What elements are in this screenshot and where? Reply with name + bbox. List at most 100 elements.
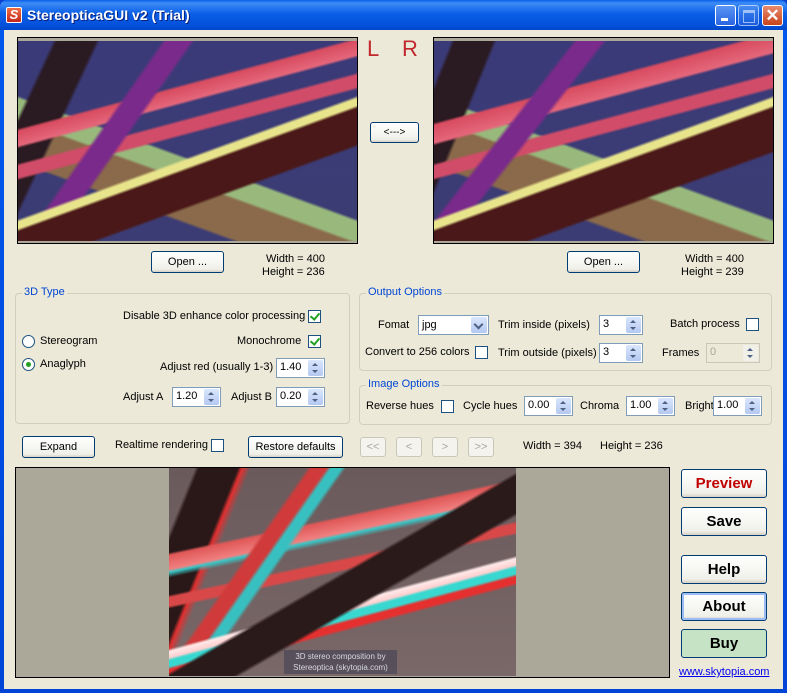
realtime-rendering-checkbox[interactable]	[211, 439, 224, 452]
expand-button[interactable]: Expand	[22, 436, 95, 458]
spinner-arrows-icon[interactable]	[626, 317, 641, 333]
bright-value: 1.00	[717, 399, 739, 411]
chroma-label: Chroma	[580, 400, 620, 412]
nav-first-button[interactable]: <<	[360, 437, 386, 457]
adjust-a-spinner[interactable]: 1.20	[172, 387, 221, 407]
adjust-red-label: Adjust red (usually 1-3)	[160, 361, 274, 373]
spinner-arrows-icon[interactable]	[204, 389, 219, 405]
about-button[interactable]: About	[681, 592, 767, 621]
anaglyph-output-panel[interactable]: 3D stereo composition by Stereoptica (sk…	[15, 467, 670, 678]
3d-type-group: 3D Type Disable 3D enhance color process…	[15, 286, 350, 424]
nav-next-button[interactable]: >	[432, 437, 458, 457]
cycle-hues-label: Cycle hues	[463, 400, 518, 412]
trim-inside-label: Trim inside (pixels)	[498, 319, 590, 331]
cycle-hues-value: 0.00	[528, 399, 550, 411]
trim-inside-spinner[interactable]: 3	[599, 315, 643, 335]
cycle-hues-spinner[interactable]: 0.00	[524, 396, 573, 416]
trim-outside-value: 3	[603, 346, 610, 358]
maximize-icon	[739, 6, 758, 25]
right-image	[434, 41, 773, 241]
output-options-title: Output Options	[366, 286, 444, 298]
adjust-red-value: 1.40	[280, 361, 302, 373]
left-height-text: Height = 236	[262, 266, 325, 278]
spinner-arrows-icon[interactable]	[308, 389, 323, 405]
adjust-a-label: Adjust A	[123, 391, 164, 403]
close-button[interactable]: ✕	[762, 5, 783, 26]
buy-button[interactable]: Buy	[681, 629, 767, 658]
watermark: 3D stereo composition by Stereoptica (sk…	[284, 650, 397, 674]
batch-process-label: Batch process	[670, 318, 740, 330]
restore-defaults-button[interactable]: Restore defaults	[248, 436, 343, 458]
open-right-button[interactable]: Open ...	[567, 251, 640, 273]
anaglyph-label: Anaglyph	[40, 358, 86, 370]
monochrome-checkbox[interactable]	[308, 335, 321, 348]
anaglyph-radio[interactable]	[22, 358, 35, 371]
stereogram-radio[interactable]	[22, 335, 35, 348]
minimize-icon	[716, 6, 735, 25]
app-logo-icon: S	[6, 7, 22, 23]
trim-inside-value: 3	[603, 318, 610, 330]
disable-enhance-checkbox[interactable]	[308, 310, 321, 323]
save-button[interactable]: Save	[681, 507, 767, 536]
swap-images-button[interactable]: <--->	[370, 122, 419, 143]
nav-last-button[interactable]: >>	[468, 437, 494, 457]
batch-process-checkbox[interactable]	[746, 318, 759, 331]
adjust-b-value: 0.20	[280, 390, 302, 402]
format-value: jpg	[422, 319, 437, 331]
left-image-panel[interactable]	[17, 37, 358, 244]
bright-spinner[interactable]: 1.00	[713, 396, 762, 416]
watermark-line-1: 3D stereo composition by	[295, 652, 386, 661]
stereogram-label: Stereogram	[40, 335, 98, 347]
adjust-a-value: 1.20	[176, 390, 198, 402]
convert-256-label: Convert to 256 colors	[365, 346, 470, 358]
maximize-button[interactable]	[738, 5, 759, 26]
image-options-group: Image Options Reverse hues Cycle hues 0.…	[359, 378, 772, 425]
reverse-hues-label: Reverse hues	[366, 400, 434, 412]
3d-type-title: 3D Type	[22, 286, 67, 298]
right-width-text: Width = 400	[685, 253, 745, 265]
adjust-red-spinner[interactable]: 1.40	[276, 358, 325, 378]
minimize-button[interactable]	[715, 5, 736, 26]
convert-256-checkbox[interactable]	[475, 346, 488, 359]
trim-outside-spinner[interactable]: 3	[599, 343, 643, 363]
bright-label: Bright	[685, 400, 714, 412]
reverse-hues-checkbox[interactable]	[441, 400, 454, 413]
frames-value: 0	[710, 346, 717, 358]
realtime-rendering-label: Realtime rendering	[115, 439, 208, 451]
right-image-panel[interactable]	[433, 37, 774, 244]
website-link[interactable]: www.skytopia.com	[679, 666, 769, 678]
left-image	[18, 41, 357, 241]
window-title: StereopticaGUI v2 (Trial)	[27, 7, 190, 23]
adjust-b-spinner[interactable]: 0.20	[276, 387, 325, 407]
app-window: S StereopticaGUI v2 (Trial) ✕ L R <---> …	[0, 0, 787, 693]
spinner-arrows-icon[interactable]	[658, 398, 673, 414]
spinner-arrows-icon[interactable]	[556, 398, 571, 414]
chevron-down-icon[interactable]	[471, 317, 487, 333]
right-eye-label: R	[402, 36, 418, 61]
spinner-arrows-icon[interactable]	[626, 345, 641, 361]
preview-button[interactable]: Preview	[681, 469, 767, 498]
title-bar[interactable]: S StereopticaGUI v2 (Trial) ✕	[0, 0, 787, 30]
left-eye-label: L	[367, 36, 380, 61]
close-icon: ✕	[765, 6, 780, 25]
frames-label: Frames	[662, 347, 700, 359]
spinner-arrows-icon	[743, 345, 758, 361]
chroma-spinner[interactable]: 1.00	[626, 396, 675, 416]
client-area: L R <---> Open ... Width = 400 Height = …	[4, 30, 783, 689]
output-options-group: Output Options Fomat jpg Trim inside (pi…	[359, 286, 772, 371]
nav-prev-button[interactable]: <	[396, 437, 422, 457]
image-options-title: Image Options	[366, 378, 442, 390]
open-left-button[interactable]: Open ...	[151, 251, 224, 273]
trim-outside-label: Trim outside (pixels)	[498, 347, 597, 359]
spinner-arrows-icon[interactable]	[745, 398, 760, 414]
disable-enhance-label: Disable 3D enhance color processing	[123, 310, 306, 322]
format-label: Fomat	[378, 319, 410, 331]
spinner-arrows-icon[interactable]	[308, 360, 323, 376]
frames-spinner: 0	[706, 343, 760, 363]
format-select[interactable]: jpg	[418, 315, 489, 335]
output-width-text: Width = 394	[523, 440, 583, 452]
help-button[interactable]: Help	[681, 555, 767, 584]
right-height-text: Height = 239	[681, 266, 744, 278]
anaglyph-output-image: 3D stereo composition by Stereoptica (sk…	[169, 468, 516, 676]
watermark-line-2: Stereoptica (skytopia.com)	[293, 663, 388, 672]
